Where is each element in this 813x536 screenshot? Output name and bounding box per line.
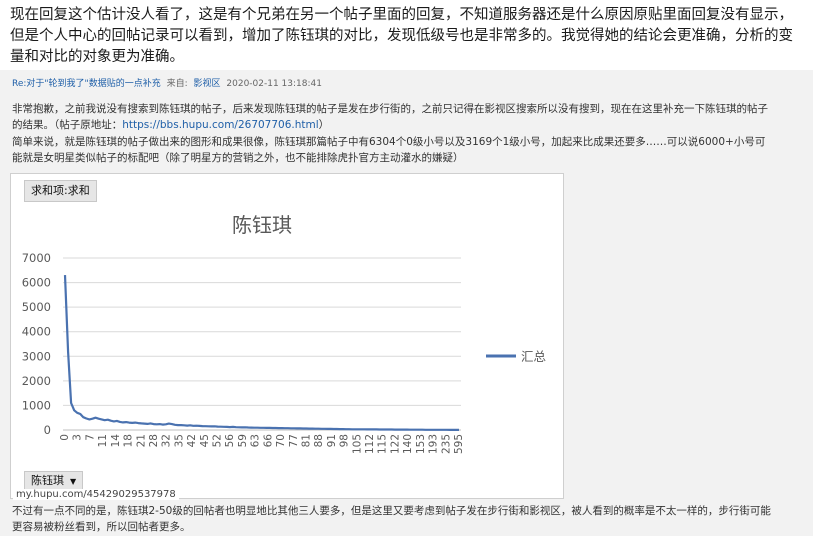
- x-tick-label: 122: [389, 434, 401, 454]
- filter-label: 陈钰琪: [31, 474, 64, 487]
- filter-dropdown[interactable]: 陈钰琪 ▼: [24, 471, 84, 491]
- legend-label: 汇总: [521, 349, 546, 364]
- x-tick-label: 35: [173, 434, 185, 447]
- chart-card: 陈钰琪 0 1000 2000 3000 4000 5000 6000 7000 0 3 7 11 14 1…: [10, 173, 564, 499]
- x-tick-label: 235: [440, 434, 452, 454]
- x-tick-label: 14: [110, 434, 122, 448]
- x-tick-label: 21: [135, 434, 147, 447]
- reply-timestamp: 2020-02-11 13:18:41: [226, 79, 322, 89]
- x-tick-label: 32: [161, 434, 173, 447]
- x-tick-label: 112: [364, 434, 376, 454]
- y-tick-label: 7000: [22, 251, 51, 265]
- board-link[interactable]: 影视区: [194, 79, 221, 89]
- line-chart: 陈钰琪010002000300040005000600070000 3 7 11 14 1…: [22, 213, 546, 454]
- x-tick-label: 0: [59, 434, 71, 441]
- y-tick-label: 4000: [22, 325, 51, 339]
- y-tick-label: 6000: [22, 276, 51, 290]
- x-tick-label: 63: [250, 434, 262, 447]
- y-tick-label: 5000: [22, 300, 51, 314]
- reply-meta: Re:对于"轮到我了"数据贴的一点补充 来自: 影视区 2020-02-11 1…: [12, 76, 325, 89]
- x-tick-label: 42: [186, 434, 198, 447]
- reply-title-link[interactable]: Re:对于"轮到我了"数据贴的一点补充: [12, 79, 161, 89]
- x-tick-label: 98: [339, 434, 351, 447]
- x-tick-label: 66: [262, 434, 274, 448]
- x-tick-label: 45: [199, 434, 211, 447]
- watermark: my.hupu.com/45429029537978: [13, 489, 179, 500]
- source-post-link[interactable]: https://bbs.hupu.com/26707706.html: [122, 119, 318, 131]
- x-tick-label: 140: [402, 434, 414, 454]
- reply-paragraph-3: 不过有一点不同的是，陈钰琪2-50级的回帖者也明显地比其他三人要多，但是这里又要…: [12, 505, 771, 533]
- sum-field-button[interactable]: 求和项:求和: [24, 180, 97, 202]
- x-tick-label: 88: [313, 434, 325, 447]
- from-label: 来自:: [166, 79, 188, 89]
- x-tick-label: 59: [237, 434, 249, 447]
- y-tick-label: 2000: [22, 374, 51, 388]
- reply-paragraph-1: 非常抱歉，之前我说没有搜索到陈钰琪的帖子，后来发现陈钰琪的帖子是发在步行街的，之…: [12, 101, 772, 133]
- x-tick-label: 18: [123, 434, 135, 447]
- chart-title: 陈钰琪: [232, 213, 292, 237]
- x-tick-label: 70: [275, 434, 287, 447]
- x-tick-label: 153: [415, 434, 427, 454]
- x-tick-label: 595: [453, 434, 465, 454]
- x-tick-label: 56: [224, 434, 236, 448]
- x-tick-label: 193: [428, 434, 440, 454]
- intro-text: 现在回复这个估计没人看了，这是有个兄弟在另一个帖子里面的回复，不知道服务器还是什…: [10, 7, 793, 65]
- x-tick-label: 81: [300, 434, 312, 447]
- x-tick-label: 105: [351, 434, 363, 454]
- x-tick-label: 7: [84, 434, 96, 441]
- y-tick-label: 0: [44, 423, 51, 437]
- reply-paragraph-2: 简单来说，就是陈钰琪的帖子做出来的图形和成果很像，陈钰琪那篇帖子中有6304个0…: [12, 136, 766, 164]
- x-tick-label: 28: [148, 434, 160, 447]
- x-tick-label: 11: [97, 434, 109, 447]
- reply-card: Re:对于"轮到我了"数据贴的一点补充 来自: 影视区 2020-02-11 1…: [0, 70, 813, 536]
- x-tick-label: 115: [377, 434, 389, 454]
- x-tick-label: 3: [72, 434, 84, 441]
- y-tick-label: 3000: [22, 349, 51, 363]
- x-tick-label: 77: [288, 434, 300, 447]
- x-tick-label: 91: [326, 434, 338, 447]
- series-line: [63, 275, 459, 431]
- para1-end: ）: [318, 119, 330, 131]
- dropdown-arrow-icon: ▼: [70, 477, 77, 486]
- y-tick-label: 1000: [22, 398, 51, 412]
- x-tick-label: 52: [212, 434, 224, 447]
